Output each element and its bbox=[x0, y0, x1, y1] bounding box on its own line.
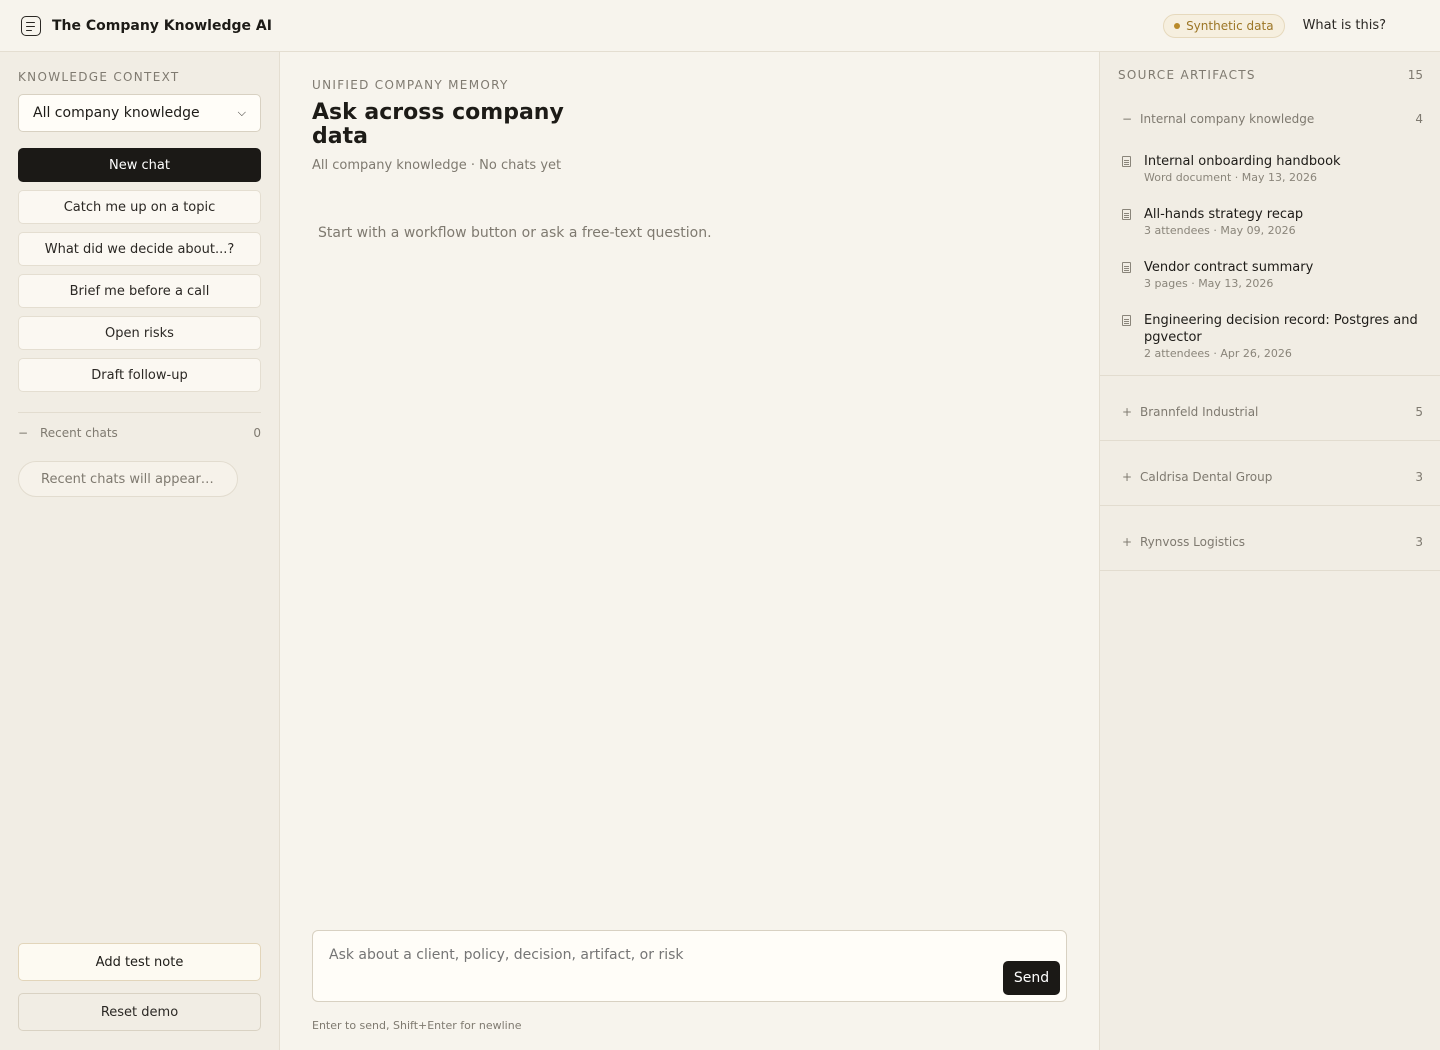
recent-chats-header[interactable]: − Recent chats 0 bbox=[18, 424, 261, 442]
menu-list-icon bbox=[21, 15, 41, 36]
chevron-down-icon: ⌵ bbox=[237, 106, 246, 119]
send-button[interactable]: Send bbox=[1003, 961, 1060, 995]
meeting-notes-icon bbox=[1122, 315, 1131, 326]
artifact-group-count: 3 bbox=[1415, 470, 1423, 484]
eyebrow-label: UNIFIED COMPANY MEMORY bbox=[312, 78, 509, 92]
synthetic-data-badge: Synthetic data bbox=[1163, 13, 1285, 38]
artifact-group-count: 5 bbox=[1415, 405, 1423, 419]
workflow-what-did-we-decide-button[interactable]: What did we decide about...? bbox=[18, 232, 261, 266]
artifact-group-brannfeld[interactable]: + Brannfeld Industrial 5 bbox=[1118, 403, 1423, 421]
artifact-group-rynvoss[interactable]: + Rynvoss Logistics 3 bbox=[1118, 533, 1423, 551]
artifact-group-name: Brannfeld Industrial bbox=[1140, 405, 1259, 419]
group-divider bbox=[1100, 375, 1440, 376]
artifact-group-caldrisa[interactable]: + Caldrisa Dental Group 3 bbox=[1118, 468, 1423, 486]
artifact-group-name: Rynvoss Logistics bbox=[1140, 535, 1246, 549]
empty-state-message: Start with a workflow button or ask a fr… bbox=[318, 225, 712, 241]
source-artifacts-header: SOURCE ARTIFACTS 15 bbox=[1118, 68, 1423, 82]
artifact-meta: 3 pages · May 13, 2026 bbox=[1144, 277, 1274, 290]
group-divider bbox=[1100, 570, 1440, 571]
workflow-draft-follow-up-button[interactable]: Draft follow-up bbox=[18, 358, 261, 392]
source-artifacts-label: SOURCE ARTIFACTS bbox=[1118, 68, 1256, 82]
artifact-meta: 3 attendees · May 09, 2026 bbox=[1144, 224, 1296, 237]
composer-hint: Enter to send, Shift+Enter for newline bbox=[312, 1019, 522, 1032]
artifact-group-name: Internal company knowledge bbox=[1140, 112, 1315, 126]
add-test-note-button[interactable]: Add test note bbox=[18, 943, 261, 981]
workflow-brief-before-call-button[interactable]: Brief me before a call bbox=[18, 274, 261, 308]
sidebar-divider bbox=[18, 412, 261, 413]
artifact-item[interactable]: Engineering decision record: Postgres an… bbox=[1122, 312, 1422, 360]
reset-demo-button[interactable]: Reset demo bbox=[18, 993, 261, 1031]
page-title: Ask across company data bbox=[312, 100, 564, 149]
app-title: The Company Knowledge AI bbox=[52, 17, 272, 34]
knowledge-context-select[interactable]: All company knowledge ⌵ bbox=[18, 94, 261, 132]
status-dot-icon bbox=[1174, 22, 1181, 29]
meeting-notes-icon bbox=[1122, 209, 1131, 220]
workflow-catch-me-up-button[interactable]: Catch me up on a topic bbox=[18, 190, 261, 224]
group-divider bbox=[1100, 440, 1440, 441]
document-icon bbox=[1122, 262, 1131, 273]
workflow-open-risks-button[interactable]: Open risks bbox=[18, 316, 261, 350]
recent-chats-count: 0 bbox=[253, 426, 261, 440]
source-artifacts-count: 15 bbox=[1407, 68, 1423, 82]
main-panel: UNIFIED COMPANY MEMORY Ask across compan… bbox=[280, 52, 1100, 1050]
recent-chats-label: Recent chats bbox=[40, 426, 118, 440]
document-icon bbox=[1122, 156, 1131, 167]
artifact-title: Engineering decision record: Postgres an… bbox=[1144, 313, 1418, 345]
badge-label: Synthetic data bbox=[1186, 18, 1274, 33]
source-artifacts-panel: SOURCE ARTIFACTS 15 − Internal company k… bbox=[1099, 52, 1440, 1050]
artifact-title: All-hands strategy recap bbox=[1144, 207, 1304, 222]
top-bar: The Company Knowledge AI Synthetic data … bbox=[0, 0, 1440, 52]
artifact-title: Vendor contract summary bbox=[1144, 260, 1314, 275]
question-input[interactable] bbox=[329, 947, 989, 963]
artifact-item[interactable]: All-hands strategy recap 3 attendees · M… bbox=[1122, 206, 1422, 237]
collapse-icon: − bbox=[18, 426, 29, 440]
artifact-meta: Word document · May 13, 2026 bbox=[1144, 171, 1317, 184]
collapse-icon: − bbox=[1122, 112, 1133, 126]
composer: Send bbox=[312, 930, 1067, 1002]
recent-chats-empty-text: Recent chats will appear he... bbox=[41, 471, 215, 487]
chat-meta: All company knowledge · No chats yet bbox=[312, 158, 562, 173]
context-select-value: All company knowledge bbox=[33, 105, 200, 121]
artifact-meta: 2 attendees · Apr 26, 2026 bbox=[1144, 347, 1292, 360]
artifact-group-name: Caldrisa Dental Group bbox=[1140, 470, 1273, 484]
artifact-group-count: 4 bbox=[1415, 112, 1423, 126]
artifact-group-count: 3 bbox=[1415, 535, 1423, 549]
artifact-item[interactable]: Internal onboarding handbook Word docume… bbox=[1122, 153, 1422, 184]
left-sidebar: KNOWLEDGE CONTEXT All company knowledge … bbox=[0, 52, 280, 1050]
recent-chats-empty: Recent chats will appear he... bbox=[18, 461, 238, 497]
expand-icon: + bbox=[1122, 405, 1133, 419]
expand-icon: + bbox=[1122, 535, 1133, 549]
artifact-item[interactable]: Vendor contract summary 3 pages · May 13… bbox=[1122, 259, 1422, 290]
knowledge-context-label: KNOWLEDGE CONTEXT bbox=[18, 70, 180, 84]
group-divider bbox=[1100, 505, 1440, 506]
artifact-group-internal[interactable]: − Internal company knowledge 4 bbox=[1118, 110, 1423, 128]
brand[interactable]: The Company Knowledge AI bbox=[21, 15, 272, 36]
new-chat-button[interactable]: New chat bbox=[18, 148, 261, 182]
expand-icon: + bbox=[1122, 470, 1133, 484]
artifact-title: Internal onboarding handbook bbox=[1144, 154, 1341, 169]
what-is-this-link[interactable]: What is this? bbox=[1303, 18, 1386, 33]
